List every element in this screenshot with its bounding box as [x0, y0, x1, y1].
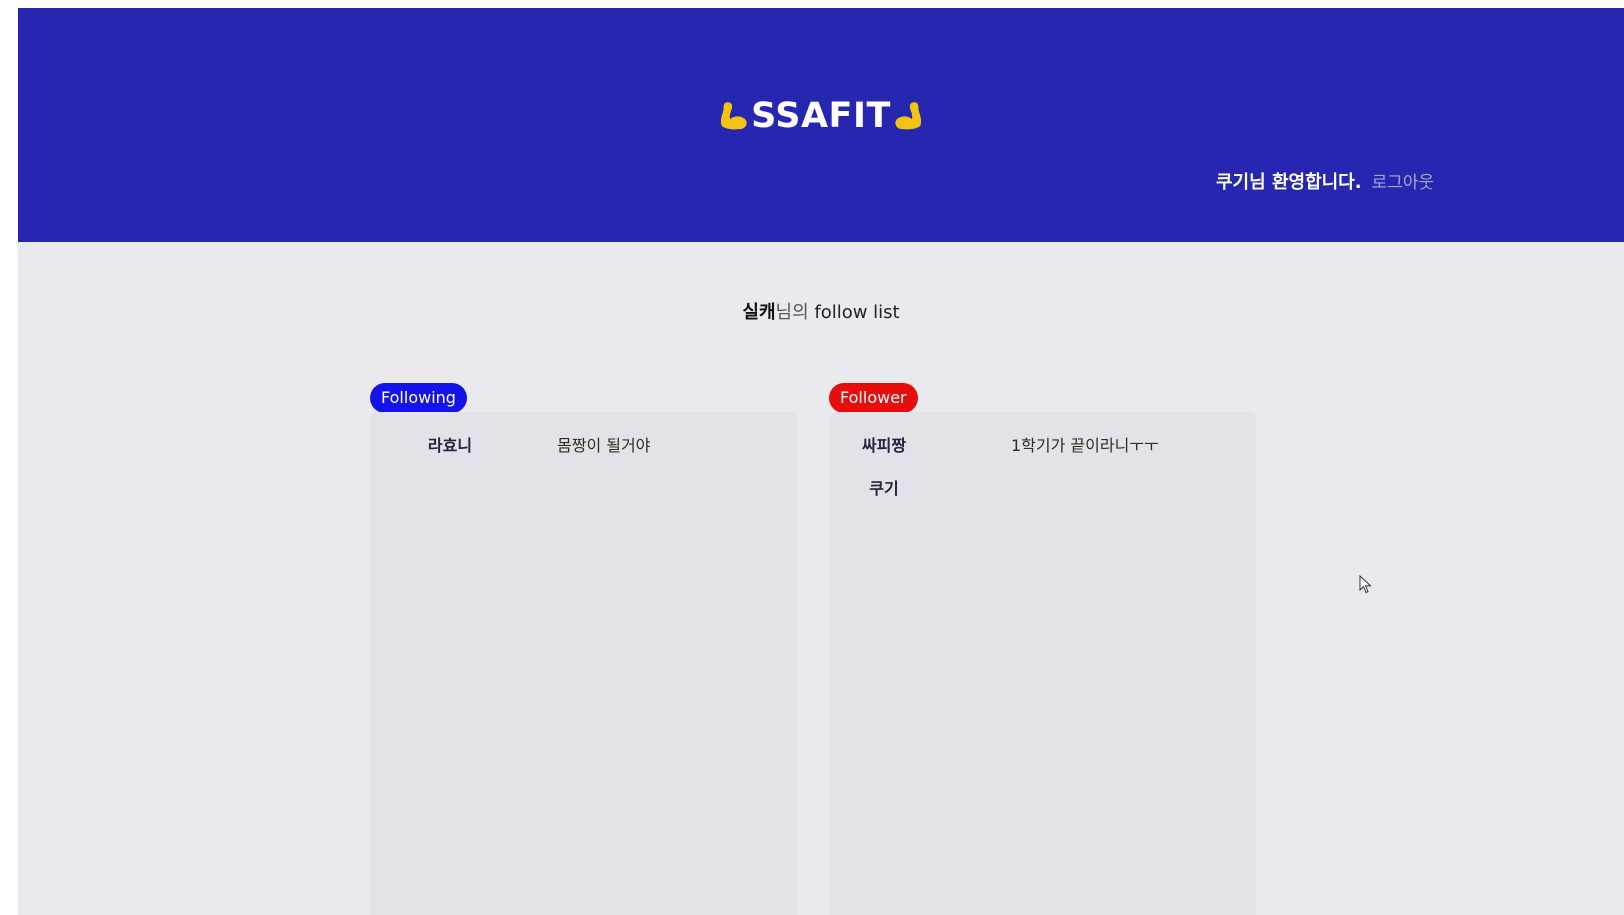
follower-list-item[interactable]: 싸피짱 1학기가 끝이라니ㅜㅜ — [829, 432, 1256, 462]
following-user-bio: 몸짱이 될거야 — [557, 436, 651, 455]
app-viewport: SSAFIT 쿠기님 환영합니다. 로그아웃 실캐님의 follow list F… — [18, 8, 1624, 915]
user-welcome: 쿠기님 환영합니다. 로그아웃 — [1216, 168, 1434, 194]
page-title: 실캐님의 follow list — [18, 298, 1624, 324]
following-list: 라효니 몸짱이 될거야 — [370, 412, 797, 915]
follower-list-item[interactable]: 쿠기 — [829, 475, 1256, 505]
site-logo[interactable]: SSAFIT — [18, 96, 1624, 136]
profile-owner-name: 실캐 — [742, 302, 776, 323]
follower-user-name[interactable]: 쿠기 — [829, 475, 939, 499]
welcome-message: 쿠기님 환영합니다. — [1216, 172, 1362, 193]
following-tab-badge: Following — [370, 383, 467, 413]
logout-link[interactable]: 로그아웃 — [1372, 173, 1435, 193]
following-list-item[interactable]: 라효니 몸짱이 될거야 — [370, 432, 797, 462]
site-header: SSAFIT 쿠기님 환영합니다. 로그아웃 — [18, 8, 1624, 242]
title-suffix-ko: 님의 — [775, 302, 809, 323]
follower-user-bio: 1학기가 끝이라니ㅜㅜ — [1011, 436, 1159, 455]
title-suffix-en: follow list — [808, 302, 900, 323]
logo-text: SSAFIT — [751, 96, 891, 136]
flexed-biceps-icon — [895, 102, 921, 130]
follower-user-name[interactable]: 싸피짱 — [829, 432, 939, 456]
following-user-name[interactable]: 라효니 — [370, 432, 530, 456]
flexed-biceps-icon — [721, 102, 747, 130]
follower-list: 싸피짱 1학기가 끝이라니ㅜㅜ 쿠기 — [829, 412, 1256, 915]
follower-tab-badge: Follower — [829, 383, 918, 413]
mouse-pointer-icon — [1359, 575, 1372, 594]
